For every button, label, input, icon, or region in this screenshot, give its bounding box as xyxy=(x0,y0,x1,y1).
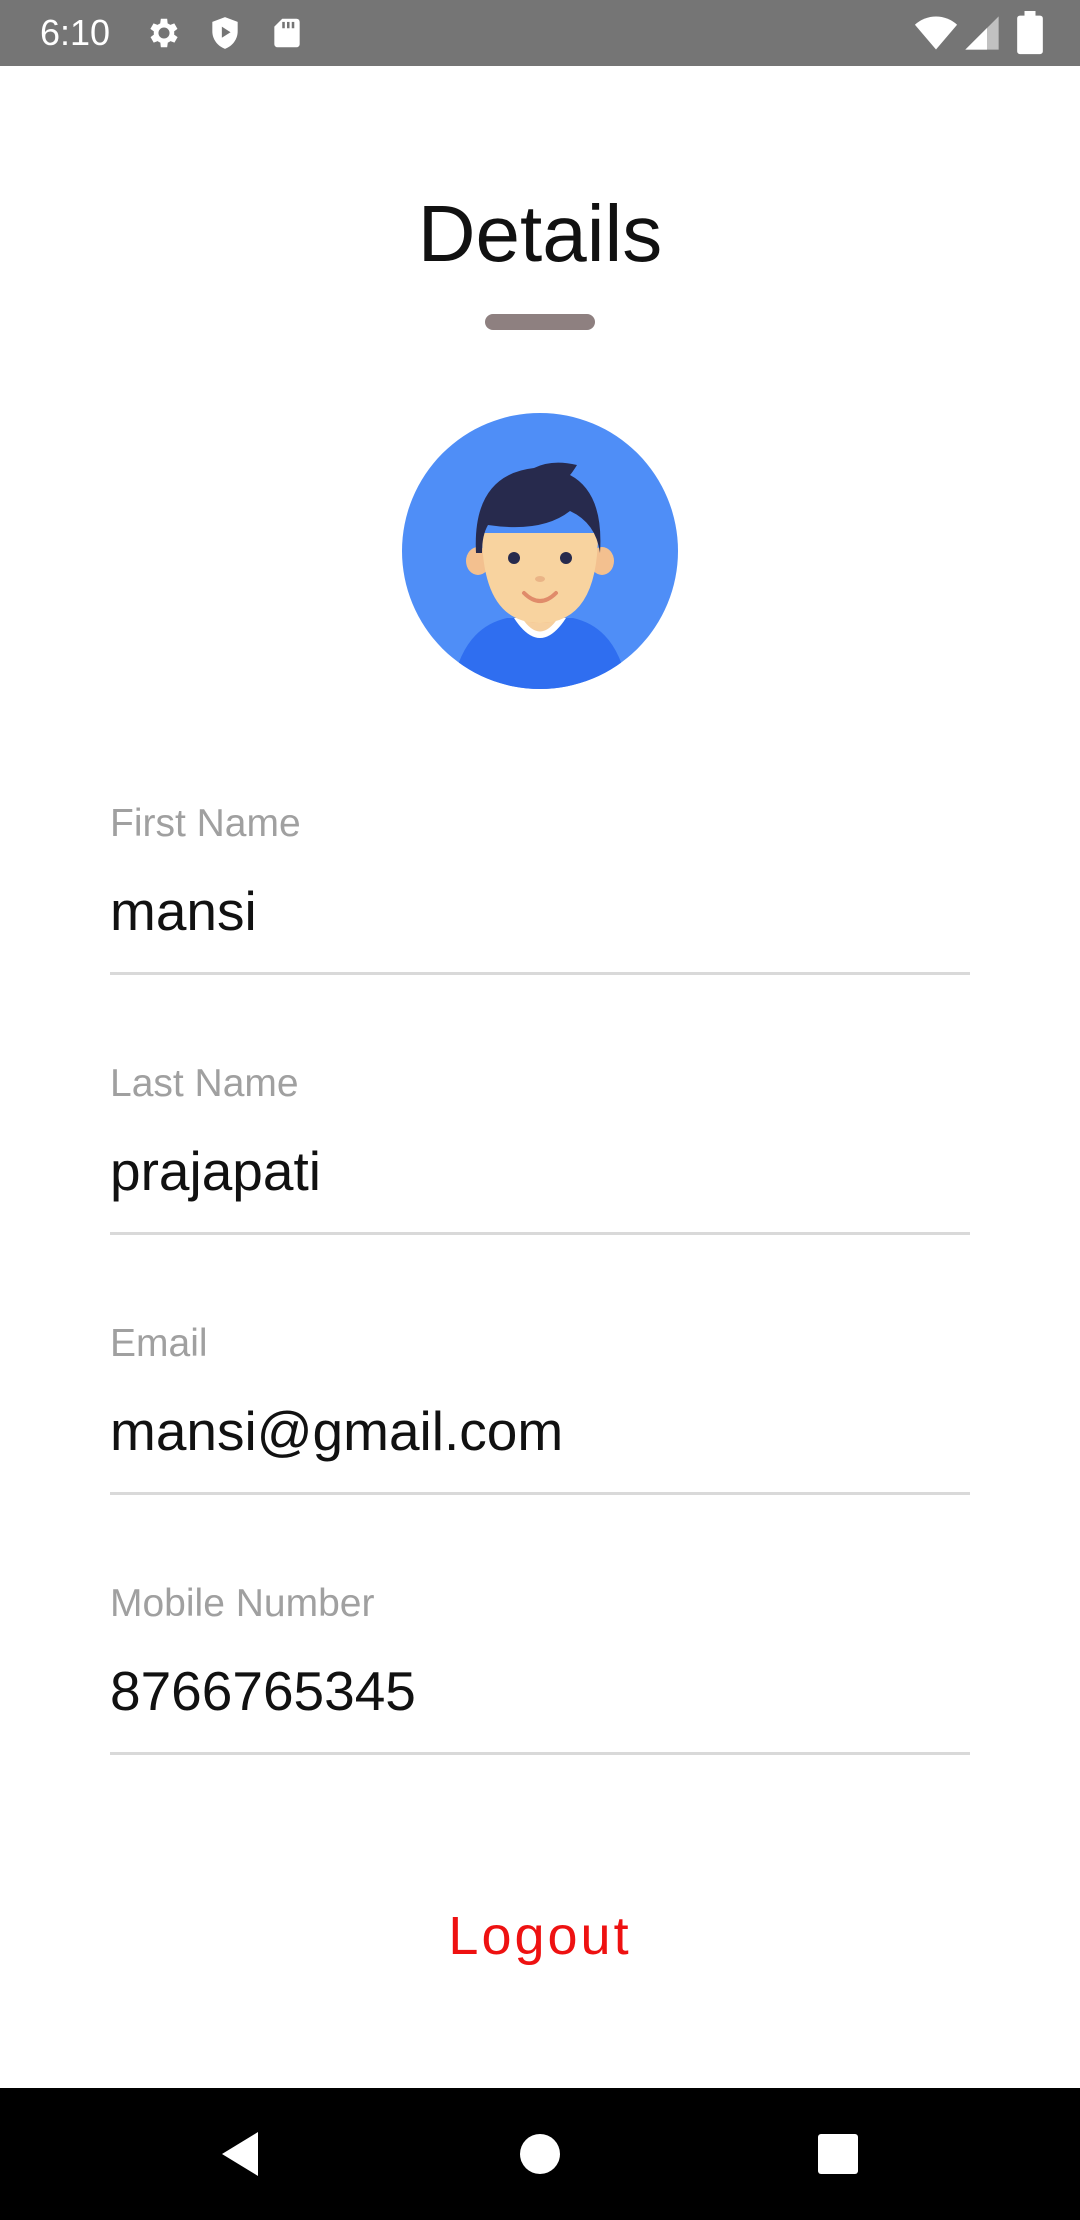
user-avatar-icon xyxy=(402,413,678,689)
mobile-number-underline xyxy=(110,1752,970,1755)
last-name-underline xyxy=(110,1232,970,1235)
email-value[interactable]: mansi@gmail.com xyxy=(110,1398,563,1464)
cell-signal-icon xyxy=(962,13,1002,53)
first-name-underline xyxy=(110,972,970,975)
last-name-value[interactable]: prajapati xyxy=(110,1138,321,1204)
mobile-number-label: Mobile Number xyxy=(110,1582,375,1625)
status-bar: 6:10 xyxy=(0,0,1080,66)
email-field[interactable]: Email mansi@gmail.com xyxy=(110,1320,970,1520)
mobile-number-value[interactable]: 8766765345 xyxy=(110,1658,416,1724)
last-name-field[interactable]: Last Name prajapati xyxy=(110,1060,970,1260)
back-icon[interactable] xyxy=(204,2118,276,2190)
first-name-label: First Name xyxy=(110,802,301,845)
mobile-number-field[interactable]: Mobile Number 8766765345 xyxy=(110,1580,970,1780)
home-icon[interactable] xyxy=(504,2118,576,2190)
page-title: Details xyxy=(417,189,663,278)
sd-card-icon xyxy=(268,14,306,52)
gear-icon xyxy=(145,14,183,52)
shield-play-icon xyxy=(206,14,244,52)
wifi-icon xyxy=(914,11,958,55)
recents-icon[interactable] xyxy=(802,2118,874,2190)
title-underline xyxy=(485,314,595,330)
first-name-field[interactable]: First Name mansi xyxy=(110,800,970,1000)
first-name-value[interactable]: mansi xyxy=(110,878,257,944)
status-time: 6:10 xyxy=(40,12,111,53)
logout-button[interactable]: Logout xyxy=(340,1895,740,1975)
battery-icon xyxy=(1012,11,1048,55)
email-label: Email xyxy=(110,1322,208,1365)
details-screen: 6:10 Details First Name mansi Last Name … xyxy=(0,0,1080,2220)
email-underline xyxy=(110,1492,970,1495)
last-name-label: Last Name xyxy=(110,1062,299,1105)
navigation-bar xyxy=(0,2088,1080,2220)
